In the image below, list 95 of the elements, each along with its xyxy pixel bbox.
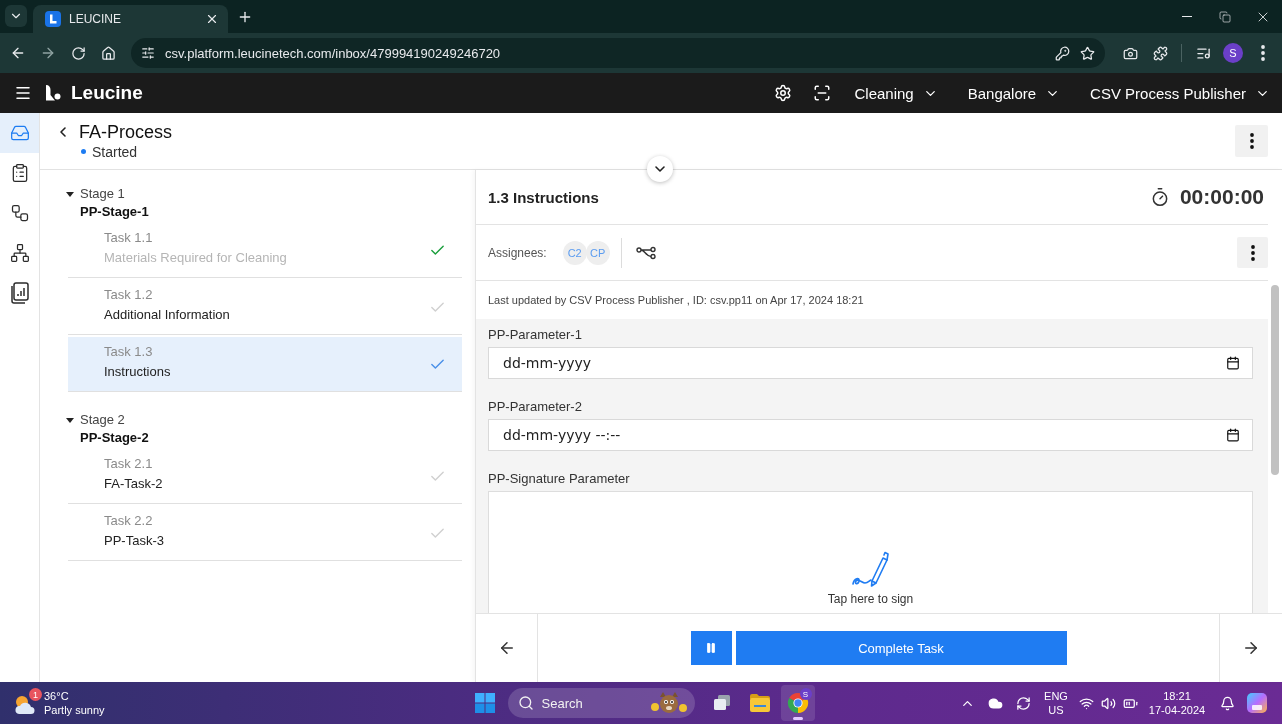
scan-icon [813,84,832,102]
sliders-icon[interactable] [141,46,155,60]
windows-logo-icon[interactable] [474,693,495,713]
stage-label: Stage 2 [80,411,126,429]
calendar-icon[interactable] [1226,428,1240,442]
signature-pad[interactable]: Tap here to sign [488,491,1253,613]
key-icon[interactable] [1055,45,1070,61]
caret-icon[interactable] [66,417,74,423]
process-title: FA-Process [79,121,173,143]
date-time-field[interactable]: dd-mm-yyyy --:-- [488,419,1253,451]
assignee-avatar: C2 [562,240,587,265]
dropdown-button[interactable]: Bangalore [967,79,1061,107]
browser-tab[interactable]: LEUCINE [33,5,228,33]
process-status: Started [92,142,138,161]
close-icon[interactable] [205,12,219,26]
task-name: Materials Required for Cleaning [104,249,288,267]
task-number: Task 1.2 [104,286,154,304]
animal-face-icon [648,691,689,715]
task-name: Additional Information [104,306,231,324]
reload-icon [70,45,86,61]
arrow-right-icon [40,45,56,61]
stage-name: PP-Stage-2 [80,429,149,447]
camera-icon [1122,45,1138,61]
arrow-right-icon [1242,639,1260,657]
hierarchy-icon [9,243,30,263]
scrollbar-thumb[interactable] [1271,285,1279,475]
dropdown-button[interactable]: Cleaning [854,79,938,107]
kebab-icon [1261,45,1265,61]
date-field[interactable]: dd-mm-yyyy [488,347,1253,379]
parameter-label: PP-Signature Parameter [488,470,631,488]
task-row[interactable]: Task 1.3 Instructions [68,337,462,392]
menu-icon [14,84,32,102]
tab-favicon-icon [45,11,61,27]
weather-widget[interactable]: 1 36°C Partly sunny [12,686,105,720]
task-name: PP-Task-3 [104,532,165,550]
kebab-icon [1249,133,1254,149]
search-icon [517,695,534,711]
task-number: Task 1.1 [104,229,154,247]
signature-hint: Tap here to sign [827,592,914,606]
calendar-icon[interactable] [1226,356,1240,370]
browser-button[interactable]: S [780,685,815,721]
inbox-icon [9,123,30,143]
status-dot-icon [81,149,86,154]
settings-icon [774,84,793,102]
kebab-icon [1250,244,1255,261]
notification-badge: 1 [29,688,42,701]
report-icon [9,282,30,304]
home-icon [100,45,116,61]
language-button[interactable]: ENG US [1038,687,1074,719]
task-name: FA-Task-2 [104,475,164,493]
sync-icon [1015,695,1031,711]
star-icon[interactable] [1080,45,1095,61]
pause-icon [705,642,717,654]
task-view-icon[interactable] [711,693,732,713]
collapse-button[interactable] [647,156,673,182]
more-button[interactable] [1235,125,1268,157]
bell-icon [1219,695,1235,711]
app-name: Leucine [71,82,143,104]
speaker-icon [1100,695,1116,711]
complete-task-button[interactable]: Complete Task [735,631,1067,665]
restore-icon [1219,10,1231,23]
parameter-label: PP-Parameter-2 [488,398,583,416]
app-icon[interactable] [1246,692,1268,714]
wifi-icon [1078,695,1094,711]
puzzle-icon [1152,45,1168,61]
dropdown-button[interactable]: CSV Process Publisher [1090,79,1270,107]
profile-avatar[interactable]: S [1223,43,1243,63]
folder-icon[interactable] [748,693,771,713]
music-list-icon [1195,45,1211,61]
stage-name: PP-Stage-1 [80,203,149,221]
more-button[interactable] [1237,237,1268,268]
clock-button[interactable]: 18:21 17-04-2024 [1142,687,1212,719]
task-name: Instructions [104,363,172,381]
caret-icon[interactable] [66,191,74,197]
browser-icon [786,692,809,714]
task-number: Task 2.2 [104,512,154,530]
assignee-avatar: CP [585,240,610,265]
minimize-icon [1182,16,1192,17]
address-bar[interactable]: csv.platform.leucinetech.com/inbox/479994190249246720 [131,38,1105,68]
taskbar-search[interactable]: Search [507,688,695,718]
task-number: Task 1.3 [104,343,154,361]
timer-text: 00:00:00 [1179,185,1264,209]
stage-label: Stage 1 [80,185,126,203]
profile-badge: S [799,688,812,700]
logo-icon [43,83,63,103]
assignees-label: Assignees: [488,245,547,260]
last-updated-text: Last updated by CSV Process Publisher , ID: csv.pp11 on Apr 17, 2024 18:21 [487,293,865,308]
tab-list-button[interactable] [5,5,27,27]
parameter-label: PP-Parameter-1 [488,326,583,344]
cloud-icon [987,695,1003,711]
task-title: 1.3 Instructions [488,188,600,206]
flowchart-icon [9,203,30,223]
task-number: Task 2.1 [104,455,154,473]
branch-icon[interactable] [635,245,656,260]
pause-button[interactable] [690,631,732,665]
